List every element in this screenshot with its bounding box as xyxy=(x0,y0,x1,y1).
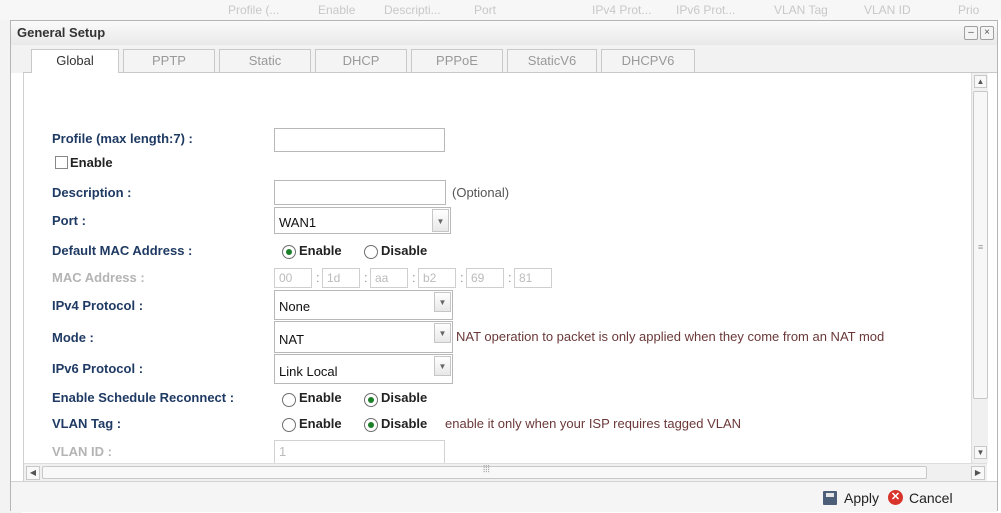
bg-col-description: Descripti... xyxy=(384,3,441,17)
minimize-icon[interactable]: – xyxy=(964,26,978,40)
dialog-footer: Apply ✕ Cancel xyxy=(11,481,997,512)
bg-col-vlan-id: VLAN ID xyxy=(864,3,911,17)
vlan-tag-note: enable it only when your ISP requires ta… xyxy=(445,416,742,431)
default-mac-enable-label: Enable xyxy=(299,243,342,258)
tab-pptp[interactable]: PPTP xyxy=(123,49,215,72)
mac-address-label: MAC Address : xyxy=(52,270,145,285)
mac-separator: : xyxy=(412,270,416,285)
form-content: Profile (max length:7) : Enable Descript… xyxy=(23,73,988,463)
vlan-id-input: 1 xyxy=(274,440,445,463)
general-setup-dialog: General Setup – × Global PPTP Static DHC… xyxy=(10,20,998,512)
description-input[interactable] xyxy=(274,180,446,205)
mode-label: Mode : xyxy=(52,330,94,345)
scroll-down-icon[interactable]: ▼ xyxy=(974,446,987,459)
scroll-right-icon[interactable]: ▶ xyxy=(971,466,985,480)
vertical-scroll-thumb[interactable]: ≡ xyxy=(973,91,988,399)
vlan-id-label: VLAN ID : xyxy=(52,444,112,459)
mac-octet-6: 81 xyxy=(514,268,552,288)
tab-pppoe[interactable]: PPPoE xyxy=(411,49,503,72)
enable-checkbox-label: Enable xyxy=(70,155,113,170)
schedule-disable-radio[interactable] xyxy=(364,393,378,407)
cancel-icon[interactable]: ✕ xyxy=(888,490,903,505)
tab-global[interactable]: Global xyxy=(31,49,119,73)
ipv6-protocol-select[interactable]: Link Local ▼ xyxy=(274,354,453,384)
bg-col-ipv4: IPv4 Prot... xyxy=(592,3,652,17)
port-select-value: WAN1 xyxy=(279,215,317,230)
tab-staticv6[interactable]: StaticV6 xyxy=(507,49,597,72)
schedule-reconnect-label: Enable Schedule Reconnect : xyxy=(52,390,235,405)
description-hint: (Optional) xyxy=(452,185,510,200)
tab-dhcpv6[interactable]: DHCPV6 xyxy=(601,49,695,72)
bg-col-port: Port xyxy=(474,3,497,17)
save-icon[interactable] xyxy=(823,491,837,505)
default-mac-label: Default MAC Address : xyxy=(52,243,193,258)
mac-octet-1: 00 xyxy=(274,268,312,288)
schedule-enable-radio[interactable] xyxy=(282,393,296,407)
vertical-scrollbar[interactable]: ▲ ≡ ▼ xyxy=(971,73,988,463)
profile-input[interactable] xyxy=(274,128,445,152)
close-icon[interactable]: × xyxy=(980,26,994,40)
ipv6-protocol-value: Link Local xyxy=(279,364,338,379)
mac-separator: : xyxy=(316,270,320,285)
mac-octet-5: 69 xyxy=(466,268,504,288)
default-mac-disable-radio[interactable] xyxy=(364,245,378,259)
port-label: Port : xyxy=(52,213,86,228)
mac-octet-3: aa xyxy=(370,268,408,288)
mode-value: NAT xyxy=(279,332,305,347)
port-select[interactable]: WAN1 ▼ xyxy=(274,207,451,234)
apply-button[interactable]: Apply xyxy=(844,490,879,506)
mac-separator: : xyxy=(364,270,368,285)
schedule-disable-label: Disable xyxy=(381,390,428,405)
vlan-tag-disable-radio[interactable] xyxy=(364,418,378,432)
schedule-enable-label: Enable xyxy=(299,390,342,405)
chevron-down-icon[interactable]: ▼ xyxy=(434,292,451,312)
mode-select[interactable]: NAT ▼ xyxy=(274,321,453,353)
profile-label: Profile (max length:7) : xyxy=(52,131,193,146)
chevron-down-icon[interactable]: ▼ xyxy=(434,323,451,343)
dialog-title: General Setup xyxy=(17,25,106,40)
default-mac-enable-radio[interactable] xyxy=(282,245,296,259)
tab-static[interactable]: Static xyxy=(219,49,311,72)
enable-checkbox[interactable] xyxy=(55,156,68,169)
scroll-up-icon[interactable]: ▲ xyxy=(974,75,987,88)
vlan-tag-label: VLAN Tag : xyxy=(52,416,122,431)
ipv4-protocol-select[interactable]: None ▼ xyxy=(274,290,453,320)
bg-col-profile: Profile (... xyxy=(228,3,280,17)
bg-col-ipv6: IPv6 Prot... xyxy=(676,3,736,17)
description-label: Description : xyxy=(52,185,132,200)
default-mac-disable-label: Disable xyxy=(381,243,428,258)
vlan-tag-enable-radio[interactable] xyxy=(282,418,296,432)
ipv4-protocol-label: IPv4 Protocol : xyxy=(52,298,144,313)
mode-note: NAT operation to packet is only applied … xyxy=(456,329,885,344)
chevron-down-icon[interactable]: ▼ xyxy=(434,356,451,376)
mac-separator: : xyxy=(460,270,464,285)
vlan-tag-disable-label: Disable xyxy=(381,416,428,431)
ipv4-protocol-value: None xyxy=(279,299,311,314)
horizontal-scroll-thumb[interactable]: ⦙⦙⦙ xyxy=(42,464,927,479)
bg-col-enable: Enable xyxy=(318,3,356,17)
ipv6-protocol-label: IPv6 Protocol : xyxy=(52,361,144,376)
chevron-down-icon[interactable]: ▼ xyxy=(432,209,449,232)
tab-dhcp[interactable]: DHCP xyxy=(315,49,407,72)
background-table-header: Profile (... Enable Descripti... Port IP… xyxy=(0,0,1001,20)
dialog-title-bar[interactable]: General Setup – × xyxy=(11,21,997,46)
scroll-left-icon[interactable]: ◀ xyxy=(26,466,40,480)
mac-octet-2: 1d xyxy=(322,268,360,288)
mac-octet-4: b2 xyxy=(418,268,456,288)
bg-col-priority: Prio xyxy=(958,3,980,17)
horizontal-scrollbar[interactable]: ◀ ⦙⦙⦙ ▶ xyxy=(23,463,987,481)
bg-col-vlan-tag: VLAN Tag xyxy=(774,3,828,17)
vlan-tag-enable-label: Enable xyxy=(299,416,342,431)
mac-separator: : xyxy=(508,270,512,285)
cancel-button[interactable]: Cancel xyxy=(909,490,953,506)
